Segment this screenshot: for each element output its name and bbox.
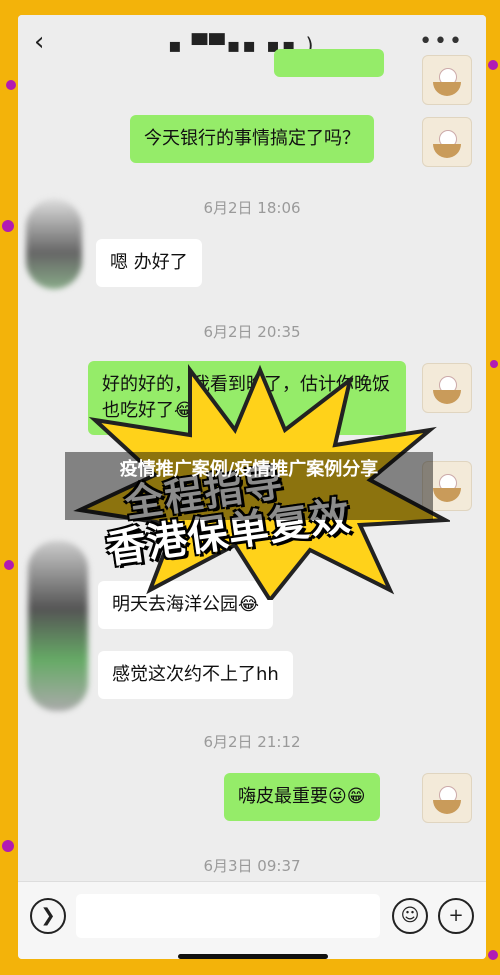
message-bubble-partial <box>274 49 384 77</box>
my-avatar[interactable] <box>422 55 472 105</box>
decor-dot <box>2 840 14 852</box>
overlay-banner: 疫情推广案例/疫情推广案例分享 <box>65 452 433 520</box>
my-avatar[interactable] <box>422 117 472 167</box>
decor-dot <box>488 950 498 960</box>
emoji-icon[interactable]: ☺ <box>392 898 428 934</box>
timestamp: 6月2日 20:35 <box>203 323 301 341</box>
back-button[interactable]: ‹ <box>34 29 44 55</box>
decor-dot <box>490 360 498 368</box>
timestamp: 6月2日 21:12 <box>203 733 301 751</box>
contact-avatar[interactable] <box>26 199 82 289</box>
message-input[interactable] <box>76 894 380 938</box>
plus-icon[interactable]: + <box>438 898 474 934</box>
input-bar: ❯ ☺ + <box>18 881 486 959</box>
chat-header: ‹ ▪ ▀▀▪▪ ▪▪ ) ••• <box>18 15 486 71</box>
message-bubble-me[interactable]: 今天银行的事情搞定了吗？ <box>130 115 374 163</box>
home-indicator <box>178 954 328 959</box>
overlay-banner-text: 疫情推广案例/疫情推广案例分享 <box>119 459 379 480</box>
decor-dot <box>6 80 16 90</box>
timestamp: 6月2日 18:06 <box>203 199 301 217</box>
message-bubble-them[interactable]: 嗯 办好了 <box>96 239 202 287</box>
more-options-button[interactable]: ••• <box>419 29 464 54</box>
poster-frame: ‹ ▪ ▀▀▪▪ ▪▪ ) ••• 今天银行的事情搞定了吗？ 6月2日 18:0… <box>0 0 500 975</box>
timestamp: 6月3日 09:37 <box>203 857 301 875</box>
decor-dot <box>4 560 14 570</box>
my-avatar[interactable] <box>422 773 472 823</box>
message-bubble-them[interactable]: 感觉这次约不上了hh <box>98 651 293 699</box>
message-bubble-me[interactable]: 嗨皮最重要😜😁 <box>224 773 380 821</box>
decor-dot <box>2 220 14 232</box>
decor-dot <box>488 60 498 70</box>
voice-icon[interactable]: ❯ <box>30 898 66 934</box>
